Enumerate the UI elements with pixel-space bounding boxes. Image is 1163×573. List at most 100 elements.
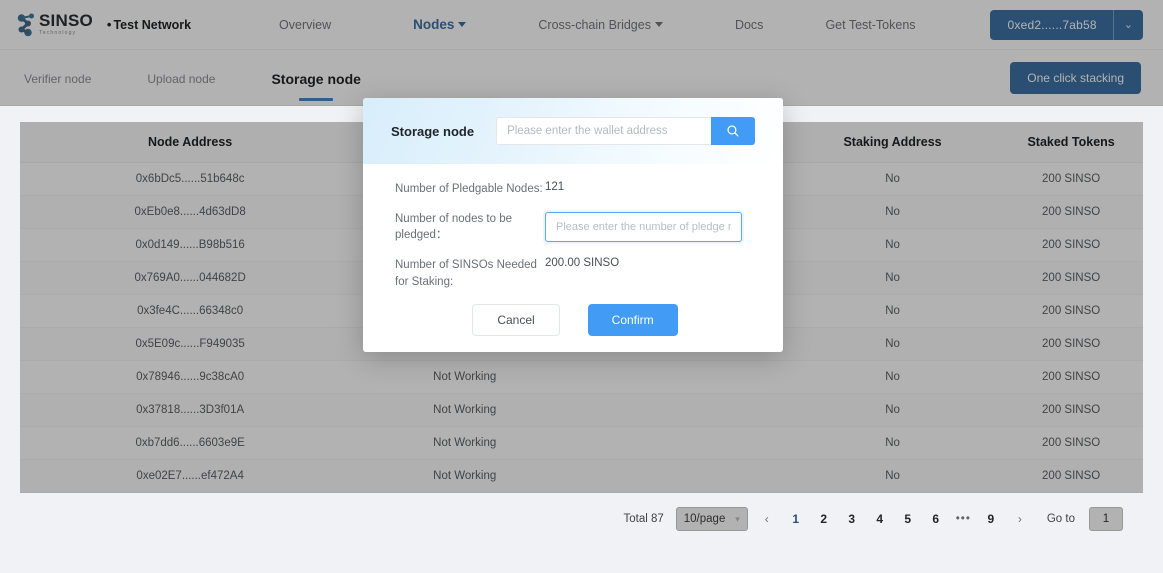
pagination-page-2[interactable]: 2 bbox=[814, 508, 834, 530]
cell-status: Not Working bbox=[360, 360, 570, 394]
tab-storage-node-label: Storage node bbox=[271, 70, 361, 87]
pagination-goto-input[interactable] bbox=[1089, 507, 1123, 531]
cell-status: Not Working bbox=[360, 459, 570, 493]
field-sinsos-needed-value: 200.00 SINSO bbox=[545, 257, 620, 270]
cell-staking-address: No bbox=[785, 426, 1000, 460]
cell-node-address: 0xb7dd6......6603e9E bbox=[20, 426, 361, 460]
chevron-down-icon: ▾ bbox=[735, 513, 740, 524]
pagination-total: Total 87 bbox=[623, 513, 664, 525]
app-root: SINSO Technology • Test Network Overview … bbox=[0, 0, 1163, 573]
pagination-page-3[interactable]: 3 bbox=[842, 508, 862, 530]
chevron-down-icon bbox=[654, 22, 663, 27]
table-row: 0x78946......9c38cA0 Not Working No 200 SIN… bbox=[20, 360, 1143, 394]
nav-link-cross-chain-bridges[interactable]: Cross-chain Bridges bbox=[528, 18, 673, 32]
modal-body: Number of Pledgable Nodes: 121 Number of… bbox=[363, 164, 783, 337]
cell-staked-tokens: 200 SINSO bbox=[999, 162, 1143, 196]
nav-link-nodes[interactable]: Nodes bbox=[403, 17, 476, 32]
cell-staking-address: No bbox=[785, 228, 1000, 262]
pagination-pages: 1 2 3 4 5 6 ••• 9 bbox=[786, 508, 1001, 530]
tab-verifier-node[interactable]: Verifier node bbox=[22, 54, 93, 102]
cell-node-address: 0x3fe4C......66348c0 bbox=[20, 294, 361, 328]
storage-node-modal: Storage node Number of Pledgable Nodes: … bbox=[363, 98, 783, 352]
cell-staked-tokens: 200 SINSO bbox=[999, 261, 1143, 295]
wallet-address: 0xed2......7ab58 bbox=[1007, 17, 1097, 32]
network-dot: • bbox=[106, 17, 112, 32]
page-size-value: 10/page bbox=[683, 513, 726, 525]
cell-node-address: 0x6bDc5......51b648c bbox=[20, 162, 361, 196]
cancel-button[interactable]: Cancel bbox=[472, 304, 560, 337]
pagination-page-6[interactable]: 6 bbox=[926, 508, 946, 530]
tab-storage-node[interactable]: Storage node bbox=[269, 53, 362, 103]
cell-staked-tokens: 200 SINSO bbox=[999, 195, 1143, 229]
cell-node-address: 0x78946......9c38cA0 bbox=[20, 360, 361, 394]
column-header-staked-tokens: Staked Tokens bbox=[999, 122, 1143, 163]
cell-staked-tokens: 200 SINSO bbox=[999, 294, 1143, 328]
pagination-page-5[interactable]: 5 bbox=[898, 508, 918, 530]
nav-link-docs[interactable]: Docs bbox=[725, 18, 773, 32]
cell-staked-tokens: 200 SINSO bbox=[999, 228, 1143, 262]
nav-link-tokens-label: Get Test-Tokens bbox=[825, 17, 916, 32]
modal-header: Storage node bbox=[363, 98, 783, 164]
pagination-page-4[interactable]: 4 bbox=[870, 508, 890, 530]
cell-node-type bbox=[569, 393, 786, 427]
cell-node-address: 0x769A0......044682D bbox=[20, 261, 361, 295]
pagination-page-9[interactable]: 9 bbox=[981, 508, 1001, 530]
modal-title: Storage node bbox=[391, 123, 475, 139]
sinso-logo: SINSO Technology bbox=[16, 12, 93, 36]
field-nodes-to-pledge: Number of nodes to be pledged： bbox=[395, 210, 755, 244]
chevron-down-icon bbox=[458, 22, 467, 27]
cell-status: Not Working bbox=[360, 426, 570, 460]
field-pledgable-nodes-value: 121 bbox=[545, 181, 565, 193]
cell-staking-address: No bbox=[785, 393, 1000, 427]
nav-link-bridges-label: Cross-chain Bridges bbox=[538, 17, 651, 32]
pagination-goto-label: Go to bbox=[1046, 513, 1075, 525]
pledge-nodes-input[interactable] bbox=[545, 211, 742, 242]
wallet-address-search bbox=[496, 117, 755, 145]
tab-upload-node[interactable]: Upload node bbox=[145, 54, 217, 102]
cell-staked-tokens: 200 SINSO bbox=[999, 393, 1143, 427]
table-row: 0x37818......3D3f01A Not Working No 200 SIN… bbox=[20, 393, 1143, 427]
cell-node-address: 0xe02E7......ef472A4 bbox=[20, 459, 361, 493]
cell-staking-address: No bbox=[785, 162, 1000, 196]
cell-node-address: 0x5E09c......F949035 bbox=[20, 327, 361, 361]
cell-staked-tokens: 200 SINSO bbox=[999, 459, 1143, 493]
cell-node-address: 0xEb0e8......4d63dD8 bbox=[20, 195, 361, 229]
pagination-ellipsis[interactable]: ••• bbox=[954, 513, 973, 525]
pagination-page-1[interactable]: 1 bbox=[786, 508, 806, 530]
nav-link-overview-label: Overview bbox=[279, 17, 332, 32]
nav-link-nodes-label: Nodes bbox=[413, 17, 455, 32]
cell-status: Not Working bbox=[360, 393, 570, 427]
column-header-node-address: Node Address bbox=[20, 122, 361, 163]
cell-node-address: 0x37818......3D3f01A bbox=[20, 393, 361, 427]
pagination: Total 87 10/page ▾ ‹ 1 2 3 4 5 6 ••• 9 › Go to bbox=[20, 493, 1143, 531]
pagination-prev-button[interactable]: ‹ bbox=[756, 508, 778, 530]
cell-staking-address: No bbox=[785, 327, 1000, 361]
chevron-down-icon[interactable]: ⌄ bbox=[1114, 18, 1143, 31]
search-button[interactable] bbox=[711, 117, 755, 145]
wallet-address-search-input[interactable] bbox=[496, 117, 711, 145]
cell-staked-tokens: 200 SINSO bbox=[999, 327, 1143, 361]
search-icon bbox=[727, 125, 739, 137]
wallet-button[interactable]: 0xed2......7ab58 ⌄ bbox=[989, 9, 1143, 40]
one-click-stacking-button[interactable]: One click stacking bbox=[1010, 61, 1141, 94]
page-size-select[interactable]: 10/page ▾ bbox=[675, 507, 748, 531]
nav-link-docs-label: Docs bbox=[734, 17, 764, 32]
nav-link-overview[interactable]: Overview bbox=[269, 18, 341, 32]
nav-link-get-test-tokens[interactable]: Get Test-Tokens bbox=[815, 18, 925, 32]
column-header-staking-address: Staking Address bbox=[785, 122, 1000, 163]
field-nodes-to-pledge-label: Number of nodes to be pledged： bbox=[395, 212, 512, 242]
table-row: 0xb7dd6......6603e9E Not Working No 200 SIN… bbox=[20, 426, 1143, 460]
cell-node-type bbox=[569, 459, 786, 493]
cell-staking-address: No bbox=[785, 261, 1000, 295]
confirm-button[interactable]: Confirm bbox=[587, 304, 678, 337]
pagination-next-button[interactable]: › bbox=[1009, 508, 1031, 530]
cell-staked-tokens: 200 SINSO bbox=[999, 360, 1143, 394]
logo-subtitle: Technology bbox=[39, 30, 77, 37]
logo-name: SINSO bbox=[39, 11, 93, 31]
brand[interactable]: SINSO Technology bbox=[16, 12, 93, 36]
cell-node-type bbox=[569, 426, 786, 460]
field-pledgable-nodes: Number of Pledgable Nodes: 121 bbox=[395, 180, 755, 198]
cell-staking-address: No bbox=[785, 294, 1000, 328]
cell-staking-address: No bbox=[785, 459, 1000, 493]
network-name: Test Network bbox=[113, 18, 192, 32]
